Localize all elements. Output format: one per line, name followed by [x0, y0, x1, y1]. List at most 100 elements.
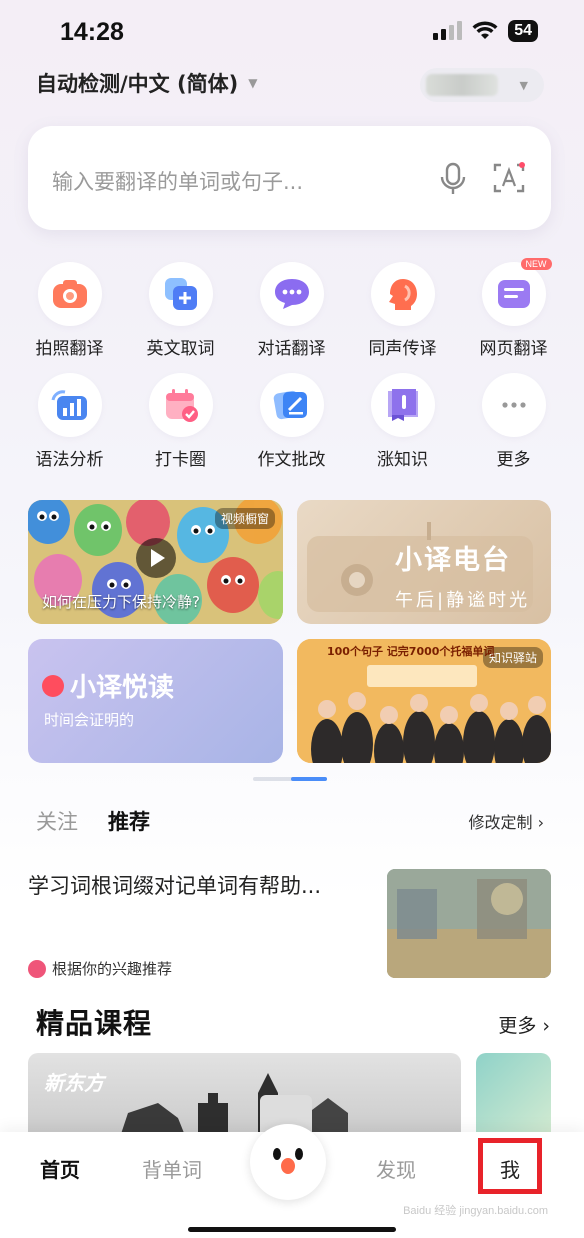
tool-label: 作文批改 [257, 450, 326, 470]
tool-icon-bg [370, 373, 435, 437]
tool-photo-translate[interactable]: 拍照翻译 [14, 262, 125, 359]
video-caption: 如何在压力下保持冷静? [42, 593, 200, 611]
source-language-selector[interactable]: 自动检测/中文 (简体) ▼ [36, 68, 257, 98]
mascot-button[interactable] [250, 1124, 326, 1200]
more-label: 更多 [498, 1015, 537, 1037]
article-thumbnail[interactable] [387, 869, 551, 978]
chat-icon [274, 279, 309, 309]
tool-icon-bg [37, 373, 102, 437]
reading-title-row: 小译悦读 [42, 667, 174, 704]
customize-label: 修改定制 [468, 813, 533, 832]
tool-more[interactable]: 更多 [458, 373, 569, 470]
tool-label: 网页翻译 [479, 339, 548, 359]
target-language-selector[interactable]: ▼ [420, 68, 544, 102]
translate-input-placeholder: 输入要翻译的单词或句子... [52, 170, 304, 194]
speaker-head-icon [388, 279, 417, 310]
pager-active-dot [291, 777, 327, 781]
signal-icon [433, 21, 463, 40]
play-icon[interactable] [136, 538, 176, 578]
article-title[interactable]: 学习词根词缀对记单词有帮助... [28, 870, 373, 900]
status-bar: 14:28 54 [0, 0, 584, 66]
mascot-face-icon [260, 1134, 316, 1190]
calendar-check-icon [165, 389, 198, 422]
tool-knowledge[interactable]: 涨知识 [347, 373, 458, 470]
courses-more-link[interactable]: 更多 › [498, 1011, 550, 1038]
tool-label: 更多 [496, 450, 531, 470]
microphone-icon[interactable] [439, 162, 467, 196]
status-time: 14:28 [60, 18, 124, 46]
camera-icon [52, 280, 87, 308]
tool-dialog-translate[interactable]: 对话翻译 [236, 262, 347, 359]
annotation-highlight-box [478, 1138, 542, 1194]
new-badge: NEW [520, 258, 552, 270]
tool-label: 拍照翻译 [35, 339, 104, 359]
tool-icon-bg [370, 262, 435, 326]
tool-word-pick[interactable]: 英文取词 [125, 262, 236, 359]
tool-label: 英文取词 [146, 339, 215, 359]
tool-icon-bg [37, 262, 102, 326]
reading-card[interactable]: 小译悦读 时间会证明的 [28, 639, 283, 763]
nav-discover[interactable]: 发现 [376, 1154, 416, 1183]
tab-follow[interactable]: 关注 [36, 806, 78, 836]
video-showcase-card[interactable]: 视频橱窗 如何在压力下保持冷静? [28, 500, 283, 624]
radio-title: 小译电台 [395, 545, 511, 576]
banner-pager [253, 777, 327, 781]
chevron-right-icon: › [542, 1015, 550, 1037]
grammar-chart-icon [51, 390, 87, 420]
book-icon [387, 389, 418, 421]
nav-home[interactable]: 首页 [40, 1154, 80, 1183]
tool-icon-bg [481, 373, 546, 437]
webpage-icon [497, 280, 530, 308]
course-card[interactable] [476, 1053, 551, 1143]
essay-edit-icon [273, 390, 307, 420]
home-indicator [188, 1227, 396, 1232]
feed-tabs: 关注 推荐 [36, 806, 150, 836]
tool-essay-correction[interactable]: 作文批改 [236, 373, 347, 470]
wifi-icon [472, 21, 498, 39]
watermark: Baidu 经验 jingyan.baidu.com [403, 1205, 548, 1217]
radio-subtitle: 午后|静谧时光 [395, 590, 531, 611]
tool-checkin-circle[interactable]: 打卡圈 [125, 373, 236, 470]
course-card[interactable]: 新东方 [28, 1053, 461, 1143]
reading-title: 小译悦读 [70, 673, 175, 703]
knowledge-headline: 100个句子 记完7000个托福单词 [327, 645, 495, 658]
reading-subtitle: 时间会证明的 [44, 711, 135, 729]
nav-vocabulary[interactable]: 背单词 [142, 1154, 202, 1183]
tool-simultaneous-interpret[interactable]: 同声传译 [347, 262, 458, 359]
translate-input-box[interactable]: 输入要翻译的单词或句子... [28, 126, 551, 230]
chevron-right-icon: › [537, 813, 544, 832]
tools-grid: 拍照翻译 英文取词 对话翻译 同声传译 NEW 网页翻译 语法分析 打卡圈 作文… [14, 258, 570, 470]
tool-label: 同声传译 [368, 339, 437, 359]
scan-text-icon[interactable] [493, 162, 525, 194]
section-title-courses: 精品课程 [36, 1007, 153, 1040]
caret-down-icon: ▼ [519, 78, 528, 92]
add-word-icon [164, 278, 197, 310]
tool-icon-bg [259, 262, 324, 326]
recommend-reason-text: 根据你的兴趣推荐 [52, 960, 173, 978]
customize-link[interactable]: 修改定制 › [468, 809, 544, 833]
tool-label: 涨知识 [377, 450, 428, 470]
tool-icon-bg [148, 373, 213, 437]
blurred-language-label [426, 74, 498, 96]
knowledge-card[interactable]: 知识驿站 100个句子 记完7000个托福单词 [297, 639, 551, 763]
battery-icon: 54 [508, 20, 538, 42]
painting-image [387, 869, 551, 978]
status-icons: 54 [432, 20, 538, 42]
recommend-reason: 根据你的兴趣推荐 [28, 958, 172, 979]
tool-webpage-translate[interactable]: NEW 网页翻译 [458, 258, 569, 359]
tool-grammar-analysis[interactable]: 语法分析 [14, 373, 125, 470]
tool-label: 对话翻译 [257, 339, 326, 359]
more-dots-icon [501, 402, 526, 408]
flame-icon [42, 674, 64, 697]
tool-icon-bg: NEW [481, 258, 552, 326]
tab-recommend[interactable]: 推荐 [108, 806, 150, 836]
tool-label: 语法分析 [35, 450, 104, 470]
radio-card[interactable]: 小译电台 午后|静谧时光 [297, 500, 551, 624]
source-language-label: 自动检测/中文 (简体) [36, 72, 239, 96]
course-skyline-image [118, 1073, 348, 1143]
video-tag: 视频橱窗 [214, 508, 275, 529]
tool-icon-bg [148, 262, 213, 326]
tool-icon-bg [259, 373, 324, 437]
tool-label: 打卡圈 [155, 450, 206, 470]
caret-down-icon: ▼ [248, 76, 258, 90]
